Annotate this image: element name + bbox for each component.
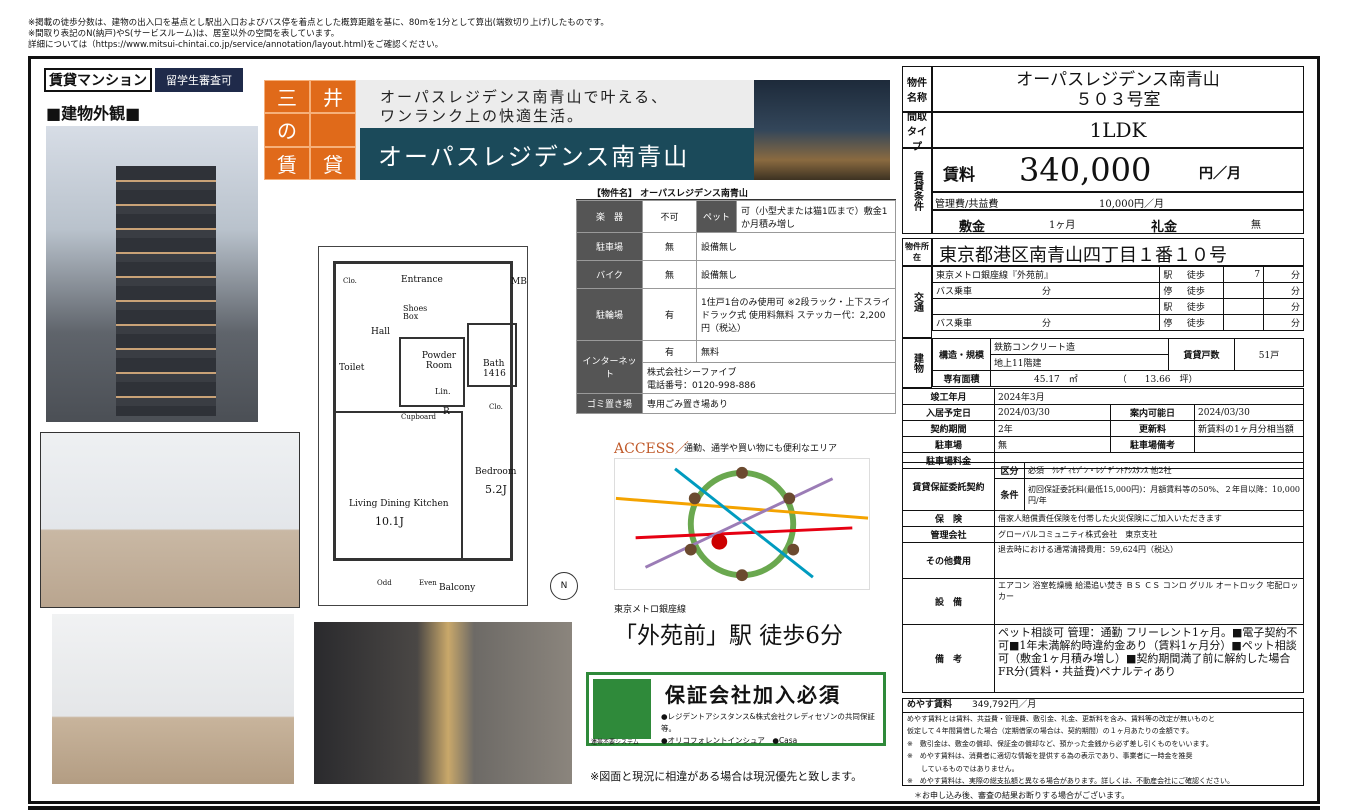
property-details: 物件名称 オーパスレジデンス南青山 ５０３号室 間取タイプ 1LDK 賃貸条件 賃… (902, 66, 1304, 806)
pet-label: ペット (696, 200, 737, 233)
banner-property-name: オーパスレジデンス南青山 (360, 128, 754, 180)
property-name: オーパスレジデンス南青山 ５０３号室 (932, 66, 1304, 112)
banner-photo (754, 80, 890, 180)
contract-table: 竣工年月 2024年3月 入居予定日 2024/03/30 案内可能日 2024/03/… (902, 388, 1304, 469)
spec-row-mark: 有 (642, 340, 697, 363)
property-type-tag: 賃貸マンション (44, 68, 152, 92)
exterior-title: ■建物外観■ (46, 104, 141, 123)
spec-row-mark: 有 (642, 288, 697, 341)
note-line: 詳細については（https://www.mitsui-chintai.co.jp… (28, 40, 444, 50)
screening-note: ＊お申し込み後、審査の結果お断りする場合がございます。 (914, 791, 1130, 800)
spec-row-label: ゴミ置き場 (576, 393, 643, 414)
layout-label: 間取タイプ (902, 112, 932, 153)
address-label: 物件所在 (902, 238, 932, 266)
meyasu-box: めやす賃料 349,792円／月 めやす賃料とは賃料、共益費・管理費、敷引金、礼金… (902, 698, 1304, 786)
spec-row-detail: 設備無し (696, 232, 896, 261)
isp-info: 株式会社シーファイブ 電話番号：0120-998-886 (642, 362, 896, 394)
spec-row-detail: 無料 (696, 340, 896, 363)
key-money-label: 礼金 (1151, 220, 1178, 235)
north-arrow-icon: N (550, 572, 578, 600)
spec-row-mark: 無 (642, 260, 697, 289)
address-value: 東京都港区南青山四丁目１番１０号 (932, 238, 1304, 266)
exterior-photo (46, 126, 258, 422)
spec-row-label: 駐輪場 (576, 288, 643, 341)
station-walk: 「外苑前」駅 徒歩6分 (614, 623, 843, 649)
spec-row-label: 駐車場 (576, 232, 643, 261)
floorplan-disclaimer: ※図面と現況に相違がある場合は現況優先と致します。 (590, 770, 863, 783)
layout-value: 1LDK (932, 112, 1304, 148)
disclaimer-notes: ※掲載の徒歩分数は、建物の出入口を基点とし駅出入口およびバス停を着点とした概算距… (28, 18, 609, 51)
terms-table: 賃貸保証委託契約 区分 必須 ｸﾚﾃﾞｨｾｿﾞﾝ・ﾚｼﾞﾃﾞﾝﾄｱｼｽﾀﾝｽ 他2社… (902, 462, 1304, 693)
traffic-row: バス乗車分 (931, 314, 1161, 331)
instrument-label: 楽 器 (576, 200, 643, 233)
name-label: 物件名称 (902, 66, 932, 112)
building-table: 構造・規模 鉄筋コンクリート造 賃貸戸数 51戸 地上11階建 専有面積 45.17 ㎡… (932, 338, 1304, 387)
fee-row: 管理費/共益費 10,000円／月 (932, 192, 1304, 210)
living-room-photo (40, 432, 300, 608)
deposit-label: 敷金 (959, 220, 986, 235)
spec-row-detail: 専用ごみ置き場あり (642, 393, 896, 414)
spec-table: 楽 器 不可 ペット 可（小型犬または猫1匹まで）敷金1か月積み増し 駐車場 無… (576, 200, 896, 414)
spec-row-mark: 無 (642, 232, 697, 261)
spec-row-detail: 1住戸1台のみ使用可 ※2段ラック・上下スライドラック式 使用料無料 ステッカー… (696, 288, 896, 341)
route-map (614, 458, 870, 590)
guarantee-title: 保証会社加入必須 (665, 683, 841, 707)
fee-value: 10,000円／月 (1099, 199, 1164, 210)
deposit-value: 1ヶ月 (1049, 220, 1076, 231)
rent-unit: 円／月 (1199, 166, 1241, 182)
conditions-label: 賃貸条件 (902, 148, 932, 234)
pet-detail: 可（小型犬または猫1匹まで）敷金1か月積み増し (736, 200, 896, 233)
rent-label: 賃料 (943, 165, 976, 184)
spec-row-label: インターネット (576, 340, 643, 394)
traffic-row: バス乗車分 (931, 282, 1161, 299)
access-title: ACCESS／ (614, 441, 689, 457)
banner-catchphrase: オーパスレジデンス南青山で叶える、 ワンランク上の快適生活。 (380, 88, 669, 125)
traffic-table: 東京メトロ銀座線『外苑前』駅徒歩 7 分 バス乗車分停徒歩分 駅徒歩分 バス乗車分停… (931, 266, 1304, 331)
room-photo (52, 614, 294, 784)
note-line: ※間取り表記のN(納戸)やS(サービスルーム)は、居室以外の空間を表しています。 (28, 29, 340, 39)
mitsui-logo: 三井 の 賃貸 (264, 80, 356, 180)
key-money-value: 無 (1251, 220, 1261, 231)
building-label: 建物 (902, 338, 932, 388)
deposit-row: 敷金 1ヶ月 礼金 無 (932, 210, 1304, 235)
spec-row-detail: 設備無し (696, 260, 896, 289)
guarantee-companies: ●レジデントアシスタンス&株式会社クレディセゾンの共同保証等。 ●オリコフォレン… (661, 712, 875, 745)
note-line: ※掲載の徒歩分数は、建物の出入口を基点とし駅出入口およびバス停を着点とした概算距… (28, 18, 609, 28)
floorplan: Entrance Shoes Box MB Clo. Hall Powder R… (318, 246, 528, 606)
guarantee-caption: 連帯不要システム (591, 739, 639, 746)
station-line: 東京メトロ銀座線 (614, 605, 687, 615)
access-subtitle: 通勤、通学や買い物にも便利なエリア (684, 444, 838, 454)
lobby-photo (314, 622, 572, 784)
spec-header: 【物件名】 オーパスレジデンス南青山 (576, 186, 896, 200)
instrument-value: 不可 (642, 200, 697, 233)
traffic-label: 交通 (902, 266, 932, 338)
guarantee-box: 保証会社加入必須 ●レジデントアシスタンス&株式会社クレディセゾンの共同保証等。… (586, 672, 886, 746)
rent-value: 340,000 (1019, 151, 1152, 189)
fee-label: 管理費/共益費 (935, 199, 999, 210)
spec-row-label: バイク (576, 260, 643, 289)
rent-row: 賃料 340,000 円／月 (932, 148, 1304, 192)
student-ok-tag: 留学生審査可 (155, 68, 243, 92)
bottom-rule (28, 806, 1320, 810)
guarantor-icon (593, 679, 651, 739)
